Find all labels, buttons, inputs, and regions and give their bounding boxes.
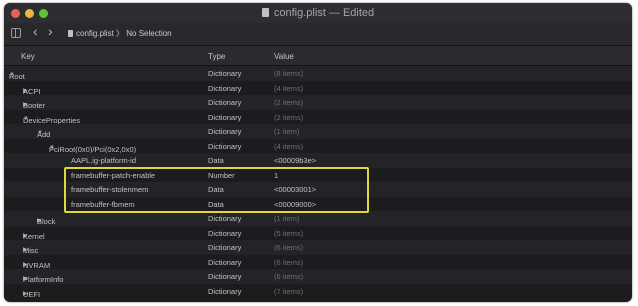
- row-type[interactable]: Number: [208, 171, 235, 180]
- row-type[interactable]: Dictionary: [208, 69, 241, 78]
- row-value[interactable]: <00003001>: [274, 185, 316, 194]
- row-type[interactable]: Dictionary: [208, 287, 241, 296]
- plist-editor-window: config.plist — Edited ‹ › config.plist 〉…: [4, 3, 632, 302]
- table-row[interactable]: ▼ Root Dictionary (8 items): [4, 66, 632, 81]
- window-title: config.plist — Edited: [4, 7, 632, 19]
- breadcrumb-selection[interactable]: No Selection: [126, 29, 171, 38]
- row-value: (7 items): [274, 286, 304, 296]
- row-value: (2 items): [274, 98, 304, 107]
- table-row[interactable]: ▶ Kernel Dictionary (5 items): [4, 226, 632, 241]
- table-row[interactable]: ▼ PciRoot(0x0)/Pci(0x2,0x0) Dictionary (4…: [4, 139, 632, 154]
- row-type[interactable]: Dictionary: [208, 243, 241, 252]
- row-type[interactable]: Dictionary: [208, 98, 241, 107]
- row-value: (6 items): [274, 243, 304, 252]
- table-row[interactable]: ▶ ACPI Dictionary (4 items): [4, 81, 632, 96]
- plist-outline: ▼ Root Dictionary (8 items) ▶ ACPI Diction…: [4, 66, 632, 299]
- table-row[interactable]: AAPL,ig-platform-id Data <00009b3e>: [4, 153, 632, 168]
- row-type[interactable]: Dictionary: [208, 272, 241, 281]
- row-value: (2 items): [274, 112, 304, 122]
- table-row[interactable]: framebuffer-patch-enable Number 1: [4, 168, 632, 183]
- column-header: Key Type Value: [4, 46, 632, 66]
- row-type[interactable]: Dictionary: [208, 127, 241, 136]
- row-value: (4 items): [274, 141, 304, 151]
- row-type[interactable]: Dictionary: [208, 258, 241, 267]
- row-type[interactable]: Data: [208, 200, 224, 209]
- document-icon: [261, 8, 269, 17]
- forward-button[interactable]: ›: [48, 24, 53, 38]
- table-row[interactable]: framebuffer-fbmem Data <00009000>: [4, 197, 632, 212]
- breadcrumb-separator: 〉: [116, 29, 125, 38]
- table-row[interactable]: ▼ Add Dictionary (1 item): [4, 124, 632, 139]
- row-key: framebuffer-patch-enable: [71, 170, 156, 180]
- row-type[interactable]: Dictionary: [208, 142, 241, 151]
- table-row[interactable]: ▶ UEFI Dictionary (7 items): [4, 284, 632, 299]
- row-key: framebuffer-fbmem: [71, 199, 135, 209]
- row-value[interactable]: <00009b3e>: [274, 156, 316, 165]
- row-type[interactable]: Dictionary: [208, 229, 241, 238]
- row-value: (6 items): [274, 272, 304, 281]
- row-value: (6 items): [274, 257, 304, 267]
- table-row[interactable]: ▶ Block Dictionary (1 item): [4, 211, 632, 226]
- table-row[interactable]: ▶ Misc Dictionary (6 items): [4, 240, 632, 255]
- row-value: (1 item): [274, 214, 300, 223]
- row-type[interactable]: Data: [208, 156, 224, 165]
- table-row[interactable]: ▼ DeviceProperties Dictionary (2 items): [4, 110, 632, 125]
- column-type-header[interactable]: Type: [208, 52, 225, 61]
- toolbar: ‹ › config.plist 〉 No Selection: [4, 23, 632, 46]
- row-value: (8 items): [274, 69, 304, 78]
- row-key: UEFI: [23, 289, 41, 299]
- back-button[interactable]: ‹: [33, 24, 38, 38]
- row-key: AAPL,ig-platform-id: [71, 156, 137, 165]
- file-icon: [68, 30, 73, 37]
- table-row[interactable]: ▶ NVRAM Dictionary (6 items): [4, 255, 632, 270]
- sidebar-toggle-icon[interactable]: [11, 28, 21, 38]
- title-bar: config.plist — Edited: [4, 3, 632, 23]
- breadcrumb: config.plist 〉 No Selection: [68, 28, 172, 39]
- row-value: (1 item): [274, 127, 300, 136]
- row-type[interactable]: Dictionary: [208, 214, 241, 223]
- table-row[interactable]: ▶ PlatformInfo Dictionary (6 items): [4, 269, 632, 284]
- row-value: (4 items): [274, 83, 304, 93]
- row-type[interactable]: Dictionary: [208, 113, 241, 122]
- row-value: (5 items): [274, 228, 304, 238]
- column-key-header[interactable]: Key: [21, 52, 35, 61]
- row-type[interactable]: Dictionary: [208, 84, 241, 93]
- column-value-header[interactable]: Value: [274, 52, 294, 61]
- breadcrumb-file[interactable]: config.plist: [76, 29, 114, 38]
- row-key: framebuffer-stolenmem: [71, 185, 149, 194]
- table-row[interactable]: framebuffer-stolenmem Data <00003001>: [4, 182, 632, 197]
- row-type[interactable]: Data: [208, 185, 224, 194]
- table-row[interactable]: ▶ Booter Dictionary (2 items): [4, 95, 632, 110]
- row-value[interactable]: <00009000>: [274, 200, 316, 209]
- row-value[interactable]: 1: [274, 171, 278, 180]
